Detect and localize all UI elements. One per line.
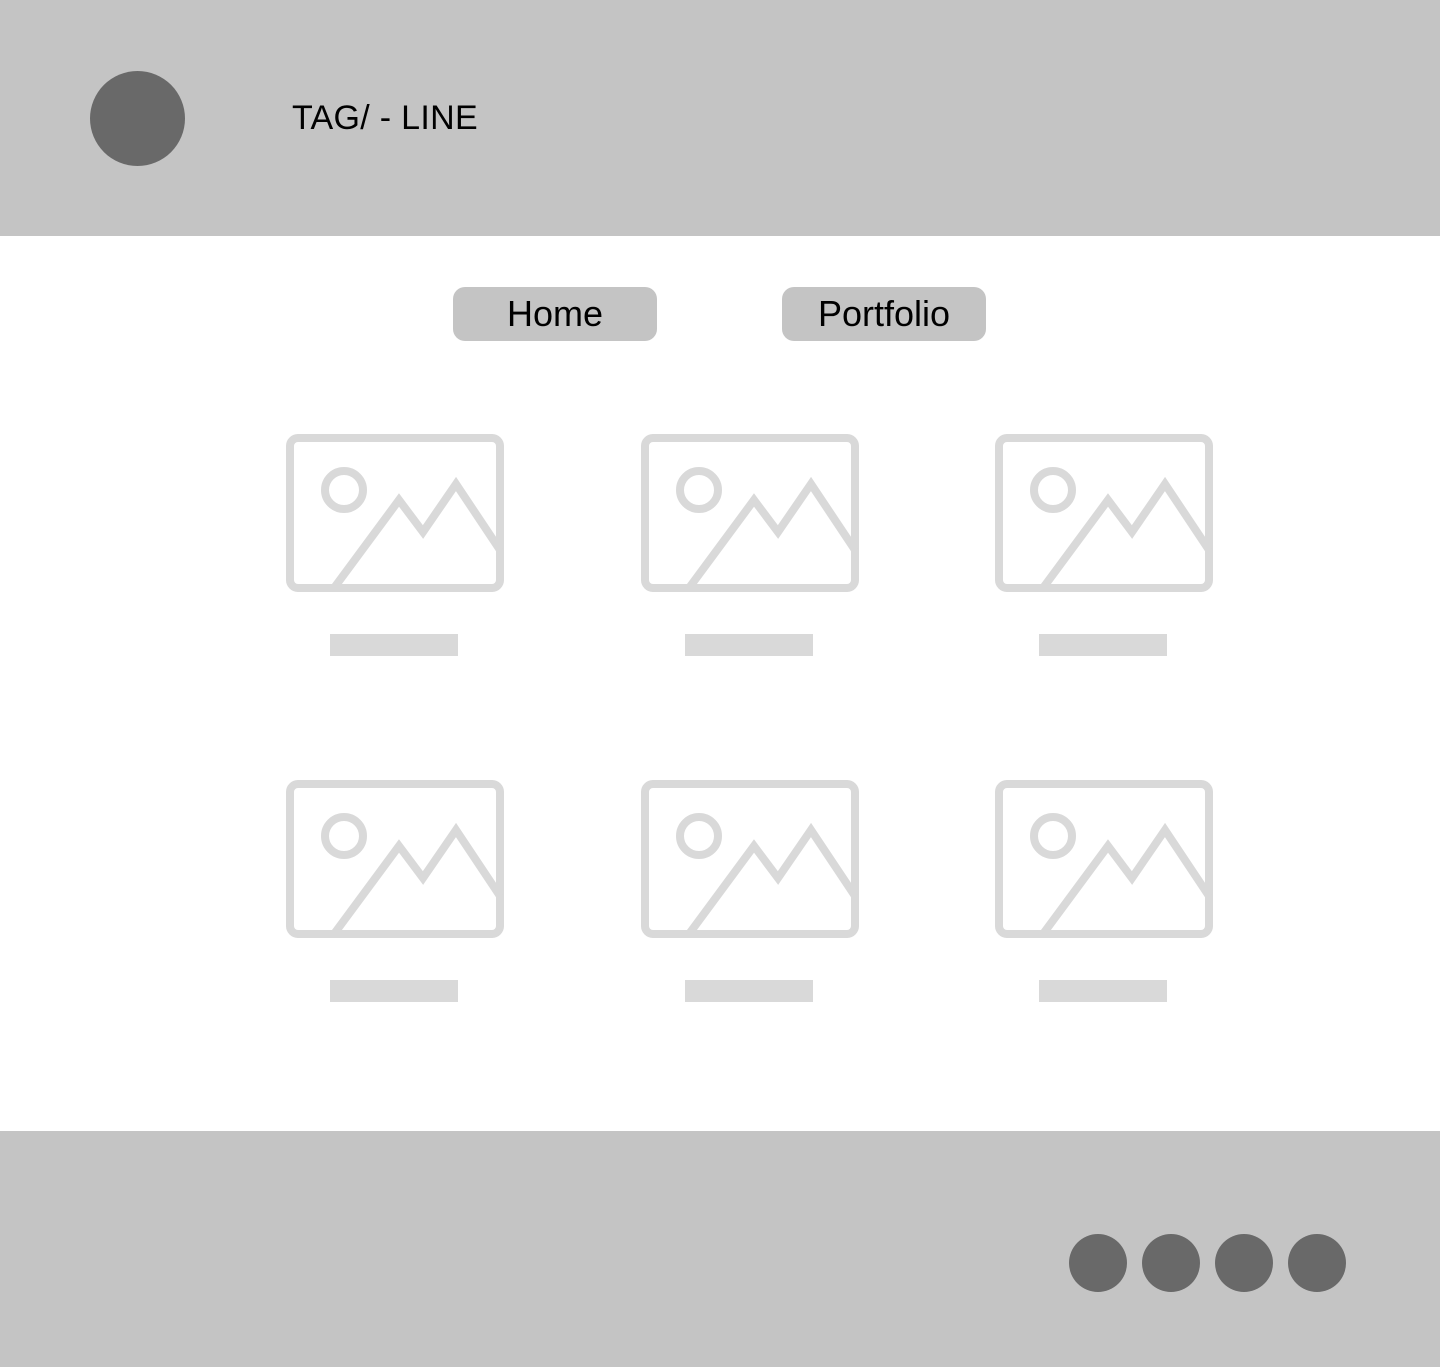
image-placeholder-icon xyxy=(286,780,504,938)
nav-home-button[interactable]: Home xyxy=(453,287,657,341)
gallery-card[interactable] xyxy=(995,780,1213,1004)
gallery-card[interactable] xyxy=(286,434,504,658)
tagline: TAG/ - LINE xyxy=(292,99,478,137)
caption-placeholder xyxy=(685,980,813,1002)
gallery-card[interactable] xyxy=(641,434,859,658)
image-placeholder-icon xyxy=(641,780,859,938)
gallery-card[interactable] xyxy=(641,780,859,1004)
caption-placeholder xyxy=(1039,634,1167,656)
social-icon-1[interactable] xyxy=(1069,1234,1127,1292)
gallery-card[interactable] xyxy=(995,434,1213,658)
site-footer xyxy=(0,1131,1440,1367)
gallery-card[interactable] xyxy=(286,780,504,1004)
caption-placeholder xyxy=(330,980,458,1002)
social-icon-2[interactable] xyxy=(1142,1234,1200,1292)
social-icon-4[interactable] xyxy=(1288,1234,1346,1292)
page: TAG/ - LINE Home Portfolio xyxy=(0,0,1440,1367)
site-header: TAG/ - LINE xyxy=(0,0,1440,236)
nav-portfolio-button[interactable]: Portfolio xyxy=(782,287,986,341)
caption-placeholder xyxy=(685,634,813,656)
image-placeholder-icon xyxy=(286,434,504,592)
image-placeholder-icon xyxy=(995,780,1213,938)
logo-circle-icon[interactable] xyxy=(90,71,185,166)
caption-placeholder xyxy=(1039,980,1167,1002)
social-icon-3[interactable] xyxy=(1215,1234,1273,1292)
caption-placeholder xyxy=(330,634,458,656)
image-placeholder-icon xyxy=(995,434,1213,592)
image-placeholder-icon xyxy=(641,434,859,592)
